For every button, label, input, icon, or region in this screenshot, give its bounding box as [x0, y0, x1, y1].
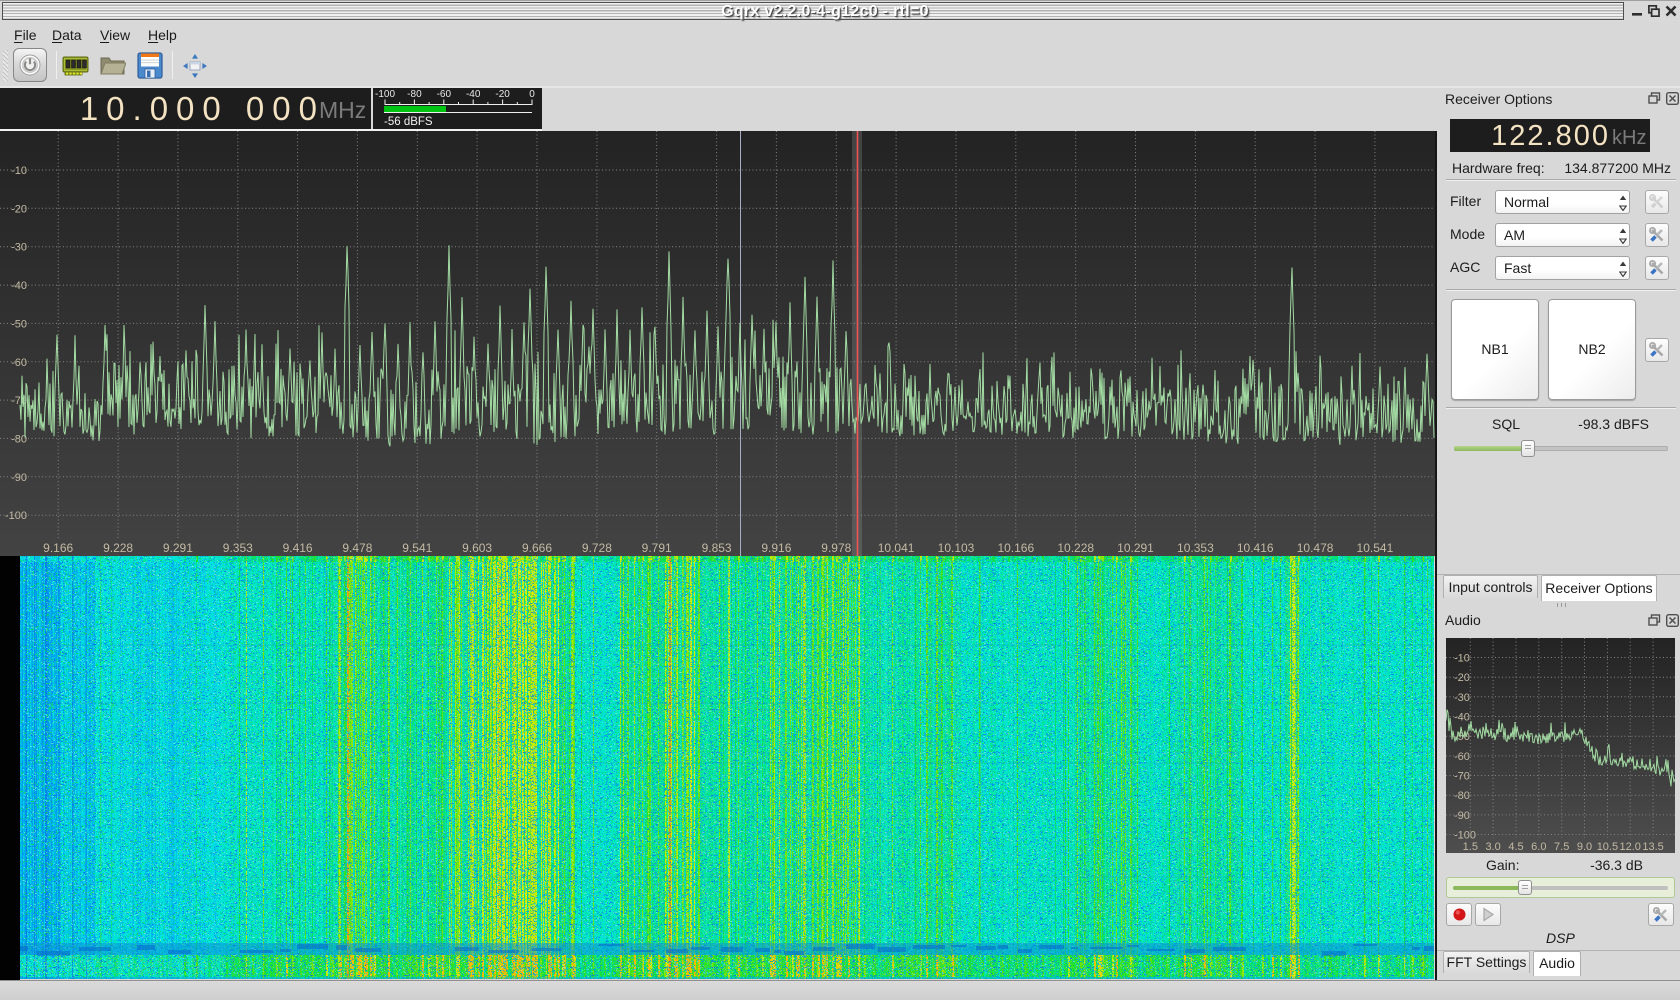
svg-text:10.478: 10.478 [1297, 541, 1334, 555]
svg-text:-80: -80 [407, 89, 422, 100]
svg-text:-60: -60 [11, 357, 27, 369]
svg-text:9.916: 9.916 [761, 541, 791, 555]
svg-text:9.353: 9.353 [223, 541, 253, 555]
svg-text:9.416: 9.416 [283, 541, 313, 555]
svg-text:-100: -100 [5, 510, 27, 522]
svg-text:7.5: 7.5 [1554, 841, 1569, 853]
svg-text:-40: -40 [466, 89, 481, 100]
svg-text:-100: -100 [375, 89, 395, 100]
svg-text:-10: -10 [1454, 653, 1470, 665]
svg-text:4.5: 4.5 [1508, 841, 1523, 853]
svg-text:-30: -30 [1454, 692, 1470, 704]
svg-text:9.978: 9.978 [821, 541, 851, 555]
svg-text:-60: -60 [1454, 751, 1470, 763]
svg-text:10.541: 10.541 [1357, 541, 1394, 555]
svg-text:0: 0 [529, 89, 535, 100]
svg-text:10.166: 10.166 [997, 541, 1034, 555]
svg-text:-80: -80 [1454, 790, 1470, 802]
svg-text:-10: -10 [11, 165, 27, 177]
svg-text:-100: -100 [1454, 830, 1476, 842]
svg-text:1.5: 1.5 [1463, 841, 1478, 853]
svg-text:9.541: 9.541 [402, 541, 432, 555]
svg-text:10.353: 10.353 [1177, 541, 1214, 555]
svg-text:6.0: 6.0 [1531, 841, 1546, 853]
svg-text:-20: -20 [495, 89, 510, 100]
svg-text:9.728: 9.728 [582, 541, 612, 555]
svg-text:9.791: 9.791 [642, 541, 672, 555]
svg-text:-60: -60 [437, 89, 452, 100]
svg-text:-90: -90 [1454, 810, 1470, 822]
svg-text:13.5: 13.5 [1642, 841, 1663, 853]
svg-text:9.228: 9.228 [103, 541, 133, 555]
svg-text:9.666: 9.666 [522, 541, 552, 555]
svg-text:-40: -40 [11, 280, 27, 292]
svg-text:9.291: 9.291 [163, 541, 193, 555]
svg-text:10.5: 10.5 [1597, 841, 1618, 853]
svg-text:-20: -20 [1454, 672, 1470, 684]
svg-text:-70: -70 [1454, 771, 1470, 783]
svg-text:-56 dBFS: -56 dBFS [384, 116, 433, 128]
svg-text:9.478: 9.478 [342, 541, 372, 555]
svg-text:12.0: 12.0 [1619, 841, 1640, 853]
svg-text:-30: -30 [11, 242, 27, 254]
svg-text:10.228: 10.228 [1057, 541, 1094, 555]
svg-text:-90: -90 [11, 472, 27, 484]
svg-text:3.0: 3.0 [1485, 841, 1500, 853]
svg-text:10.103: 10.103 [938, 541, 975, 555]
svg-text:10.041: 10.041 [878, 541, 915, 555]
svg-text:9.166: 9.166 [43, 541, 73, 555]
svg-text:-40: -40 [1454, 712, 1470, 724]
svg-text:9.603: 9.603 [462, 541, 492, 555]
svg-text:-50: -50 [11, 318, 27, 330]
svg-text:-20: -20 [11, 203, 27, 215]
svg-text:10.291: 10.291 [1117, 541, 1154, 555]
svg-text:9.0: 9.0 [1577, 841, 1592, 853]
svg-text:10.416: 10.416 [1237, 541, 1274, 555]
svg-text:9.853: 9.853 [702, 541, 732, 555]
